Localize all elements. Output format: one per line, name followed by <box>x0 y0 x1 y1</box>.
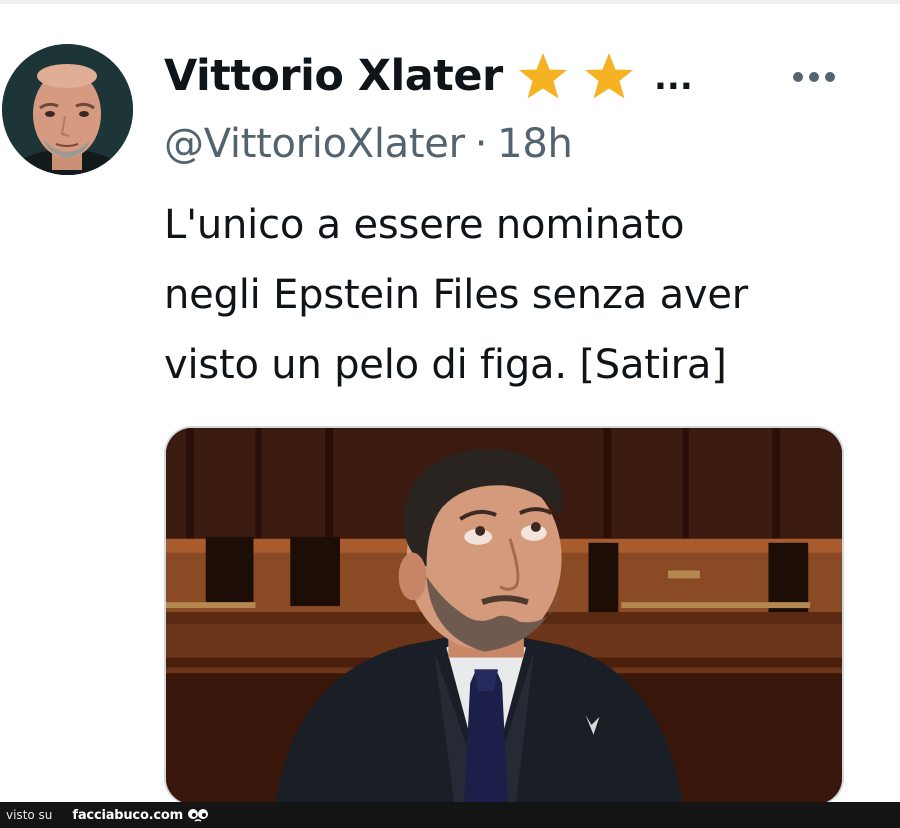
tweet-screenshot: Vittorio Xlater ... @VittorioXlater · 18h … <box>0 0 900 828</box>
separator: · <box>474 121 488 167</box>
tweet-text-line: L'unico a essere nominato <box>164 202 685 248</box>
more-options-icon <box>793 72 803 82</box>
name-truncation: ... <box>654 58 693 98</box>
tweet-media[interactable] <box>164 426 844 806</box>
more-options-dot <box>809 72 819 82</box>
more-options-dot <box>825 72 835 82</box>
tweet-photo <box>166 428 842 804</box>
eyes-logo-icon <box>188 809 208 822</box>
handle-row: @VittorioXlater · 18h <box>164 118 573 170</box>
watermark-label: visto su <box>6 808 53 822</box>
avatar-photo <box>2 44 133 175</box>
watermark-brand[interactable]: facciabuco.com <box>72 808 183 823</box>
more-options-button[interactable] <box>786 60 842 94</box>
tweet-text: L'unico a essere nominato negli Epstein … <box>164 190 884 400</box>
display-name[interactable]: Vittorio Xlater <box>164 50 503 102</box>
avatar[interactable] <box>2 44 133 175</box>
watermark-bar: visto su facciabuco.com <box>0 802 900 828</box>
star-icon <box>516 50 570 104</box>
timestamp[interactable]: 18h <box>497 121 573 167</box>
handle[interactable]: @VittorioXlater <box>164 121 465 167</box>
top-divider <box>0 0 900 4</box>
tweet-text-line: negli Epstein Files senza aver <box>164 272 749 318</box>
star-icon <box>582 50 636 104</box>
tweet-text-line: visto un pelo di figa. [Satira] <box>164 342 727 388</box>
